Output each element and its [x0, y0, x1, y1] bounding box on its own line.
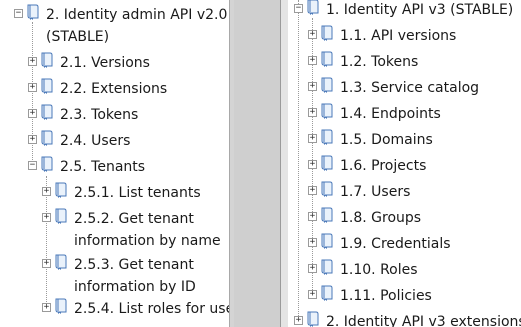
tree-item-label: 2.5.3. Get tenant information by ID — [74, 257, 196, 295]
book-icon — [320, 51, 334, 68]
tree-item-extensions[interactable]: + 2.2. Extensions — [28, 78, 167, 100]
book-icon — [320, 103, 334, 120]
left-tree-pane: − 2. Identity admin API v2.0 (STABLE) + … — [0, 0, 229, 327]
tree-item-label: 2.3. Tokens — [60, 107, 139, 123]
tree-item-label: 2.5.2. Get tenant information by name — [74, 211, 221, 249]
expand-toggle[interactable]: + — [308, 160, 317, 169]
book-icon — [54, 182, 68, 199]
tree-item-identity-admin-api[interactable]: − 2. Identity admin API v2.0 (STABLE) — [14, 4, 229, 45]
tree-item-label: 2.5. Tenants — [60, 159, 146, 175]
expand-toggle[interactable]: + — [28, 135, 37, 144]
book-icon — [40, 52, 54, 69]
expand-toggle[interactable]: + — [308, 238, 317, 247]
tree-item-api-versions[interactable]: + 1.1. API versions — [308, 25, 456, 47]
book-icon — [54, 298, 68, 315]
tree-item-list-tenants[interactable]: + 2.5.1. List tenants — [42, 182, 201, 204]
expand-toggle[interactable]: + — [294, 316, 303, 325]
tree-item-groups[interactable]: + 1.8. Groups — [308, 207, 421, 229]
tree-item-label: 1.1. API versions — [340, 28, 457, 44]
expand-toggle[interactable]: + — [308, 186, 317, 195]
tree-item-label: 2.1. Versions — [60, 55, 150, 71]
tree-item-get-tenant-by-id[interactable]: + 2.5.3. Get tenant information by ID — [42, 254, 229, 295]
tree-item-credentials[interactable]: + 1.9. Credentials — [308, 233, 451, 255]
tree-item-label: 2. Identity admin API v2.0 (STABLE) — [46, 7, 228, 45]
tree-item-versions[interactable]: + 2.1. Versions — [28, 52, 150, 74]
book-icon — [54, 208, 68, 225]
expand-toggle[interactable]: + — [308, 212, 317, 221]
tree-item-label: 2.2. Extensions — [60, 81, 168, 97]
tree-item-users-v3[interactable]: + 1.7. Users — [308, 181, 410, 203]
book-icon — [40, 104, 54, 121]
book-icon — [320, 25, 334, 42]
tree-item-label: 1.5. Domains — [340, 132, 433, 148]
tree-item-label: 2.5.1. List tenants — [74, 185, 201, 201]
tree-item-label: 1.4. Endpoints — [340, 106, 441, 122]
expand-toggle[interactable]: + — [308, 30, 317, 39]
right-tree-pane: − 1. Identity API v3 (STABLE) + 1.1. API… — [288, 0, 521, 327]
pane-splitter[interactable] — [234, 0, 280, 327]
expand-toggle[interactable]: + — [308, 108, 317, 117]
tree-item-projects[interactable]: + 1.6. Projects — [308, 155, 426, 177]
book-icon — [320, 207, 334, 224]
tree-item-service-catalog[interactable]: + 1.3. Service catalog — [308, 77, 479, 99]
tree-item-label: 2.5.4. List roles for user — [74, 301, 229, 317]
tree-item-label: 1.6. Projects — [340, 158, 427, 174]
tree-item-label: 1. Identity API v3 (STABLE) — [326, 2, 514, 18]
collapse-toggle[interactable]: − — [294, 4, 303, 13]
expand-toggle[interactable]: + — [42, 187, 51, 196]
collapse-toggle[interactable]: − — [28, 161, 37, 170]
book-icon — [40, 156, 54, 173]
expand-toggle[interactable]: + — [28, 57, 37, 66]
book-icon — [320, 129, 334, 146]
expand-toggle[interactable]: + — [42, 213, 51, 222]
expand-toggle[interactable]: + — [308, 290, 317, 299]
tree-item-roles[interactable]: + 1.10. Roles — [308, 259, 418, 281]
tree-item-domains[interactable]: + 1.5. Domains — [308, 129, 433, 151]
expand-toggle[interactable]: + — [308, 264, 317, 273]
book-icon — [26, 4, 40, 21]
tree-item-policies[interactable]: + 1.11. Policies — [308, 285, 432, 307]
book-icon — [40, 78, 54, 95]
book-icon — [320, 233, 334, 250]
tree-item-tokens[interactable]: + 2.3. Tokens — [28, 104, 138, 126]
book-icon — [320, 259, 334, 276]
expand-toggle[interactable]: + — [308, 56, 317, 65]
tree-item-users[interactable]: + 2.4. Users — [28, 130, 130, 152]
tree-item-tenants[interactable]: − 2.5. Tenants — [28, 156, 145, 178]
tree-item-label: 1.7. Users — [340, 184, 411, 200]
tree-item-label: 1.9. Credentials — [340, 236, 451, 252]
expand-toggle[interactable]: + — [42, 303, 51, 312]
expand-toggle[interactable]: + — [42, 259, 51, 268]
tree-item-label: 1.3. Service catalog — [340, 80, 480, 96]
tree-item-label: 2.4. Users — [60, 133, 131, 149]
book-icon — [54, 254, 68, 271]
tree-item-label: 1.10. Roles — [340, 262, 418, 278]
tree-item-tokens-v3[interactable]: + 1.2. Tokens — [308, 51, 418, 73]
book-icon — [320, 285, 334, 302]
tree-item-get-tenant-by-name[interactable]: + 2.5.2. Get tenant information by name — [42, 208, 229, 249]
tree-line — [298, 0, 299, 320]
book-icon — [320, 181, 334, 198]
book-icon — [320, 77, 334, 94]
expand-toggle[interactable]: + — [308, 82, 317, 91]
book-icon — [306, 311, 320, 327]
tree-item-label: 1.8. Groups — [340, 210, 422, 226]
collapse-toggle[interactable]: − — [14, 9, 23, 18]
right-pane-border — [280, 0, 288, 327]
tree-item-identity-api-v3[interactable]: − 1. Identity API v3 (STABLE) — [294, 0, 513, 21]
tree-item-label: 2. Identity API v3 extensions — [326, 314, 521, 327]
expand-toggle[interactable]: + — [308, 134, 317, 143]
book-icon — [320, 155, 334, 172]
tree-item-label: 1.2. Tokens — [340, 54, 419, 70]
expand-toggle[interactable]: + — [28, 83, 37, 92]
tree-item-list-roles-for-user[interactable]: + 2.5.4. List roles for user — [42, 298, 229, 320]
book-icon — [306, 0, 320, 16]
tree-item-identity-api-v3-extensions[interactable]: + 2. Identity API v3 extensions — [294, 311, 521, 327]
tree-item-endpoints[interactable]: + 1.4. Endpoints — [308, 103, 441, 125]
book-icon — [40, 130, 54, 147]
tree-item-label: 1.11. Policies — [340, 288, 432, 304]
expand-toggle[interactable]: + — [28, 109, 37, 118]
